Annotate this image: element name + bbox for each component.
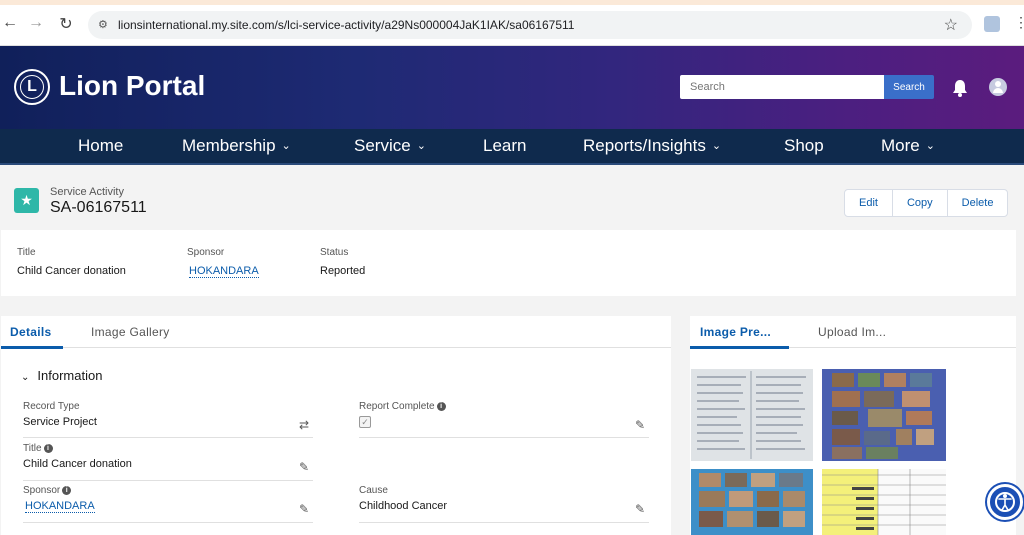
section-information-toggle[interactable]: ⌄ Information — [21, 368, 102, 383]
back-icon[interactable]: ← — [0, 14, 20, 32]
image-thumbnail-photo-collage[interactable] — [822, 369, 946, 461]
highlight-title: Title Child Cancer donation — [17, 247, 126, 277]
active-tab-indicator — [690, 346, 789, 349]
accessibility-person-icon — [998, 494, 1012, 511]
nav-item-shop[interactable]: Shop — [784, 136, 824, 156]
nav-item-reports-insights[interactable]: Reports/Insights ⌄ — [583, 136, 721, 156]
field-record-type: Record Type Service Project ⇄ — [23, 401, 313, 438]
record-header: ★ Service Activity SA-06167511 Edit Copy… — [0, 167, 1016, 229]
active-tab-indicator — [1, 346, 63, 349]
search-button[interactable]: Search — [884, 75, 934, 99]
lions-logo-icon[interactable]: L — [14, 69, 50, 105]
chevron-down-icon: ⌄ — [21, 372, 30, 383]
image-thumbnail-photo-collage-2[interactable] — [691, 469, 813, 535]
forward-icon[interactable]: → — [26, 14, 46, 32]
service-activity-handshake-icon: ★ — [14, 188, 39, 213]
field-title: Title i Child Cancer donation ✎ — [23, 443, 313, 481]
browser-chrome: ← → ↻ ⚙ lionsinternational.my.site.com/s… — [0, 0, 1024, 46]
highlight-sponsor: Sponsor HOKANDARA — [187, 247, 259, 278]
field-sponsor: Sponsor i HOKANDARA ✎ — [23, 485, 313, 523]
reload-icon[interactable]: ↻ — [56, 14, 76, 34]
sponsor-link[interactable]: HOKANDARA — [189, 265, 259, 278]
site-info-icon[interactable]: ⚙ — [98, 18, 108, 31]
edit-pencil-icon[interactable]: ✎ — [299, 502, 309, 516]
tab-image-preview[interactable]: Image Pre... — [700, 325, 771, 339]
tab-strip — [0, 0, 1024, 5]
highlight-status: Status Reported — [320, 247, 366, 277]
field-report-complete: Report Complete i ✓ ✎ — [359, 401, 649, 438]
sponsor-link[interactable]: HOKANDARA — [25, 500, 95, 513]
edit-pencil-icon[interactable]: ✎ — [299, 460, 309, 474]
edit-pencil-icon[interactable]: ✎ — [635, 502, 645, 516]
url-text[interactable]: lionsinternational.my.site.com/s/lci-ser… — [118, 18, 574, 32]
main-navigation: Home Membership ⌄ Service ⌄ Learn Reports/… — [0, 129, 1024, 165]
tab-upload-image[interactable]: Upload Im... — [818, 325, 886, 339]
image-tabs: Image Pre... Upload Im... — [690, 316, 1016, 349]
tab-image-gallery[interactable]: Image Gallery — [91, 325, 170, 339]
notification-bell-icon[interactable] — [952, 79, 968, 97]
change-record-type-icon[interactable]: ⇄ — [299, 418, 309, 432]
nav-item-membership[interactable]: Membership ⌄ — [182, 136, 291, 156]
info-icon[interactable]: i — [62, 486, 72, 495]
image-panel: Image Pre... Upload Im... — [690, 316, 1016, 535]
object-type-label: Service Activity — [50, 186, 124, 198]
chevron-down-icon: ⌄ — [416, 140, 426, 152]
copy-button[interactable]: Copy — [892, 190, 948, 216]
chevron-down-icon: ⌄ — [711, 140, 722, 152]
tab-details[interactable]: Details — [10, 325, 51, 339]
image-thumbnail-spreadsheet[interactable] — [822, 469, 946, 535]
chevron-down-icon: ⌄ — [281, 140, 291, 152]
browser-profile-avatar[interactable] — [984, 16, 1000, 32]
address-bar[interactable]: ⚙ lionsinternational.my.site.com/s/lci-s… — [88, 11, 972, 39]
record-actions: Edit Copy Delete — [844, 189, 1009, 217]
image-thumbnail-handwritten-list[interactable] — [691, 369, 813, 461]
field-cause: Cause Childhood Cancer ✎ — [359, 485, 649, 523]
user-avatar-icon[interactable] — [989, 78, 1007, 96]
nav-item-home[interactable]: Home — [78, 136, 123, 156]
bookmark-star-icon[interactable]: ☆ — [944, 15, 958, 35]
info-icon[interactable]: i — [436, 402, 446, 411]
portal-banner: L Lion Portal Search — [0, 46, 1024, 129]
chevron-down-icon: ⌄ — [925, 140, 935, 152]
report-complete-checkbox: ✓ — [359, 416, 371, 428]
portal-brand[interactable]: Lion Portal — [59, 70, 205, 102]
nav-item-service[interactable]: Service ⌄ — [354, 136, 426, 156]
browser-menu-icon[interactable]: ⋮ — [1014, 14, 1024, 31]
detail-panel: Details Image Gallery ⌄ Information Recor… — [1, 316, 671, 535]
edit-button[interactable]: Edit — [845, 190, 893, 216]
nav-item-learn[interactable]: Learn — [483, 136, 526, 156]
highlights-panel: Title Child Cancer donation Sponsor HOKA… — [1, 230, 1016, 296]
accessibility-button[interactable] — [987, 484, 1023, 520]
detail-tabs: Details Image Gallery — [1, 316, 671, 349]
edit-pencil-icon[interactable]: ✎ — [635, 418, 645, 432]
search-input[interactable] — [680, 75, 884, 99]
nav-item-more[interactable]: More ⌄ — [881, 136, 935, 156]
record-name: SA-06167511 — [50, 199, 147, 216]
delete-button[interactable]: Delete — [947, 190, 1008, 216]
info-icon[interactable]: i — [43, 444, 53, 453]
